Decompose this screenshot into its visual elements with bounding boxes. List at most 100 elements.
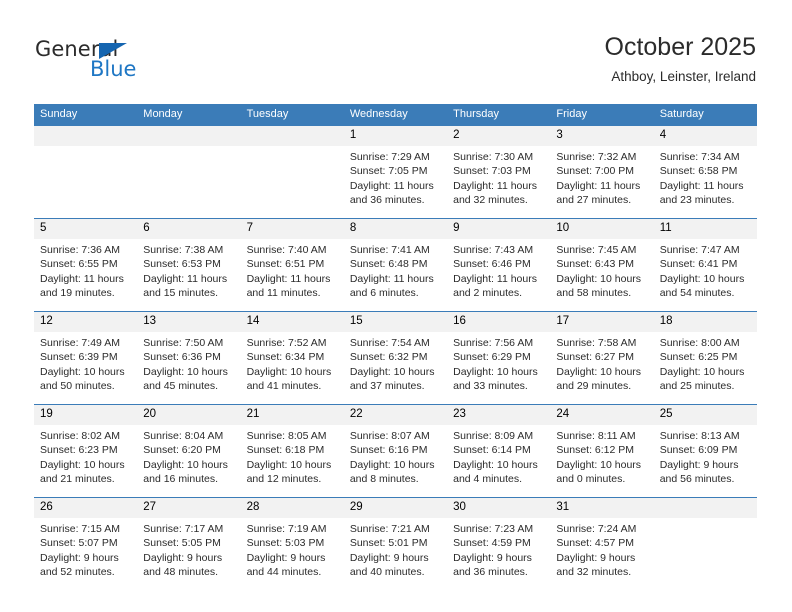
- day-details: Sunrise: 7:54 AM Sunset: 6:32 PM Daylight:…: [343, 332, 448, 404]
- sunset-text: Sunset: 4:59 PM: [453, 537, 531, 550]
- day-details: Sunrise: 8:07 AM Sunset: 6:16 PM Daylight:…: [343, 425, 448, 497]
- sunset-text: Sunset: 6:36 PM: [143, 351, 221, 364]
- day-number: 6: [137, 219, 241, 239]
- daylight-text: Daylight: 11 hours and 6 minutes.: [349, 272, 434, 300]
- calendar-day-cell[interactable]: 8 Sunrise: 7:41 AM Sunset: 6:48 PM Daylight…: [343, 218, 448, 312]
- day-number: 20: [137, 405, 241, 425]
- calendar-day-cell[interactable]: 24 Sunrise: 8:11 AM Sunset: 6:12 PM Dayligh…: [550, 404, 654, 498]
- calendar-header-row: Sunday Monday Tuesday Wednesday Thursday Frid…: [34, 104, 757, 126]
- daylight-text: Daylight: 11 hours and 32 minutes.: [453, 179, 537, 207]
- sunset-text: Sunset: 4:57 PM: [556, 537, 635, 550]
- day-number: 24: [550, 405, 654, 425]
- day-details: Sunrise: 7:24 AM Sunset: 4:57 PM Daylight:…: [550, 518, 654, 590]
- calendar-table: Sunday Monday Tuesday Wednesday Thursday Frid…: [34, 104, 757, 590]
- day-details: Sunrise: 8:09 AM Sunset: 6:14 PM Daylight:…: [447, 425, 551, 497]
- calendar-day-cell[interactable]: 14 Sunrise: 7:52 AM Sunset: 6:34 PM Dayligh…: [240, 311, 344, 405]
- calendar-week-row: 26 Sunrise: 7:15 AM Sunset: 5:07 PM Dayligh…: [34, 497, 757, 590]
- day-number: 29: [343, 498, 448, 518]
- calendar-day-cell[interactable]: 2 Sunrise: 7:30 AM Sunset: 7:03 PM Daylight…: [447, 126, 551, 219]
- daylight-text: Daylight: 10 hours and 58 minutes.: [556, 272, 642, 300]
- daylight-text: Daylight: 10 hours and 0 minutes.: [556, 458, 642, 486]
- calendar-day-cell[interactable]: 18 Sunrise: 8:00 AM Sunset: 6:25 PM Dayligh…: [653, 311, 757, 405]
- sunset-text: Sunset: 6:55 PM: [40, 258, 118, 271]
- sunset-text: Sunset: 6:43 PM: [556, 258, 635, 271]
- sunrise-text: Sunrise: 7:21 AM: [349, 523, 430, 535]
- daylight-text: Daylight: 11 hours and 36 minutes.: [349, 179, 434, 207]
- daylight-text: Daylight: 10 hours and 25 minutes.: [659, 365, 745, 393]
- daylight-text: Daylight: 10 hours and 33 minutes.: [453, 365, 538, 393]
- title-block: October 2025 Athboy, Leinster, Ireland: [605, 32, 757, 85]
- sunset-text: Sunset: 6:32 PM: [349, 351, 428, 364]
- daylight-text: Daylight: 9 hours and 32 minutes.: [556, 551, 636, 579]
- calendar-day-cell[interactable]: 17 Sunrise: 7:58 AM Sunset: 6:27 PM Dayligh…: [550, 311, 654, 405]
- weekday-header-monday: Monday: [137, 104, 241, 126]
- calendar-page: General Blue October 2025 Athboy, Leinst…: [0, 0, 792, 612]
- sunset-text: Sunset: 6:09 PM: [659, 444, 738, 457]
- day-number: [653, 498, 757, 518]
- calendar-day-cell[interactable]: 28 Sunrise: 7:19 AM Sunset: 5:03 PM Dayligh…: [240, 497, 344, 590]
- calendar-day-cell[interactable]: 21 Sunrise: 8:05 AM Sunset: 6:18 PM Dayligh…: [240, 404, 344, 498]
- sunrise-text: Sunrise: 8:09 AM: [453, 430, 534, 442]
- sunrise-text: Sunrise: 7:34 AM: [659, 151, 740, 163]
- calendar-day-cell[interactable]: 4 Sunrise: 7:34 AM Sunset: 6:58 PM Daylight…: [653, 126, 757, 219]
- day-number: 19: [34, 405, 138, 425]
- calendar-day-cell[interactable]: 7 Sunrise: 7:40 AM Sunset: 6:51 PM Daylight…: [240, 218, 344, 312]
- calendar-day-cell[interactable]: 20 Sunrise: 8:04 AM Sunset: 6:20 PM Dayligh…: [137, 404, 241, 498]
- calendar-day-cell[interactable]: 11 Sunrise: 7:47 AM Sunset: 6:41 PM Dayligh…: [653, 218, 757, 312]
- weekday-header-sunday: Sunday: [34, 104, 138, 126]
- day-details: Sunrise: 7:30 AM Sunset: 7:03 PM Daylight:…: [447, 146, 551, 218]
- calendar-day-cell[interactable]: 27 Sunrise: 7:17 AM Sunset: 5:05 PM Dayligh…: [137, 497, 241, 590]
- general-blue-logo[interactable]: General Blue: [35, 38, 235, 88]
- calendar-day-cell[interactable]: 23 Sunrise: 8:09 AM Sunset: 6:14 PM Dayligh…: [447, 404, 551, 498]
- daylight-text: Daylight: 10 hours and 21 minutes.: [40, 458, 125, 486]
- sunrise-text: Sunrise: 8:00 AM: [659, 337, 740, 349]
- calendar-day-cell[interactable]: 6 Sunrise: 7:38 AM Sunset: 6:53 PM Daylight…: [137, 218, 241, 312]
- sunrise-text: Sunrise: 7:29 AM: [349, 151, 430, 163]
- calendar-day-cell[interactable]: 12 Sunrise: 7:49 AM Sunset: 6:39 PM Dayligh…: [34, 311, 138, 405]
- daylight-text: Daylight: 11 hours and 11 minutes.: [246, 272, 331, 300]
- calendar-day-cell[interactable]: 10 Sunrise: 7:45 AM Sunset: 6:43 PM Dayligh…: [550, 218, 654, 312]
- day-details: Sunrise: 8:04 AM Sunset: 6:20 PM Daylight:…: [137, 425, 241, 497]
- sunrise-text: Sunrise: 7:54 AM: [349, 337, 430, 349]
- day-number: 15: [343, 312, 448, 332]
- daylight-text: Daylight: 10 hours and 50 minutes.: [40, 365, 125, 393]
- sunset-text: Sunset: 7:00 PM: [556, 165, 635, 178]
- calendar-day-cell[interactable]: 5 Sunrise: 7:36 AM Sunset: 6:55 PM Daylight…: [34, 218, 138, 312]
- sunrise-text: Sunrise: 7:17 AM: [143, 523, 224, 535]
- calendar-day-cell[interactable]: 30 Sunrise: 7:23 AM Sunset: 4:59 PM Dayligh…: [447, 497, 551, 590]
- calendar-day-cell[interactable]: 26 Sunrise: 7:15 AM Sunset: 5:07 PM Dayligh…: [34, 497, 138, 590]
- sunrise-text: Sunrise: 7:38 AM: [143, 244, 224, 256]
- calendar-day-cell[interactable]: 31 Sunrise: 7:24 AM Sunset: 4:57 PM Dayligh…: [550, 497, 654, 590]
- day-details: Sunrise: 7:49 AM Sunset: 6:39 PM Daylight:…: [34, 332, 138, 404]
- weekday-header-wednesday: Wednesday: [343, 104, 448, 126]
- calendar-day-cell[interactable]: 13 Sunrise: 7:50 AM Sunset: 6:36 PM Dayligh…: [137, 311, 241, 405]
- calendar-day-cell[interactable]: 29 Sunrise: 7:21 AM Sunset: 5:01 PM Dayligh…: [343, 497, 448, 590]
- sunrise-text: Sunrise: 7:32 AM: [556, 151, 637, 163]
- calendar-day-cell[interactable]: 9 Sunrise: 7:43 AM Sunset: 6:46 PM Daylight…: [447, 218, 551, 312]
- day-details: Sunrise: 7:43 AM Sunset: 6:46 PM Daylight:…: [447, 239, 551, 311]
- day-details: Sunrise: 7:47 AM Sunset: 6:41 PM Daylight:…: [653, 239, 757, 311]
- sunset-text: Sunset: 6:20 PM: [143, 444, 221, 457]
- calendar-day-cell[interactable]: 16 Sunrise: 7:56 AM Sunset: 6:29 PM Dayligh…: [447, 311, 551, 405]
- calendar-day-cell[interactable]: 3 Sunrise: 7:32 AM Sunset: 7:00 PM Daylight…: [550, 126, 654, 219]
- day-number: 3: [550, 126, 654, 146]
- calendar-week-row: 19 Sunrise: 8:02 AM Sunset: 6:23 PM Dayligh…: [34, 404, 757, 498]
- sunset-text: Sunset: 6:53 PM: [143, 258, 221, 271]
- calendar-day-cell[interactable]: 19 Sunrise: 8:02 AM Sunset: 6:23 PM Dayligh…: [34, 404, 138, 498]
- calendar-day-cell[interactable]: 25 Sunrise: 8:13 AM Sunset: 6:09 PM Dayligh…: [653, 404, 757, 498]
- day-details: Sunrise: 7:23 AM Sunset: 4:59 PM Daylight:…: [447, 518, 551, 590]
- sunrise-text: Sunrise: 8:04 AM: [143, 430, 224, 442]
- daylight-text: Daylight: 10 hours and 12 minutes.: [246, 458, 332, 486]
- page-subtitle: Athboy, Leinster, Ireland: [611, 69, 756, 84]
- sunrise-text: Sunrise: 8:13 AM: [659, 430, 740, 442]
- sunset-text: Sunset: 6:27 PM: [556, 351, 635, 364]
- calendar-day-cell[interactable]: 22 Sunrise: 8:07 AM Sunset: 6:16 PM Dayligh…: [343, 404, 448, 498]
- sunset-text: Sunset: 5:03 PM: [246, 537, 325, 550]
- calendar-day-cell[interactable]: 1 Sunrise: 7:29 AM Sunset: 7:05 PM Daylight…: [343, 126, 448, 219]
- sunrise-text: Sunrise: 7:47 AM: [659, 244, 740, 256]
- sunrise-text: Sunrise: 8:05 AM: [246, 430, 327, 442]
- calendar-day-cell[interactable]: 15 Sunrise: 7:54 AM Sunset: 6:32 PM Dayligh…: [343, 311, 448, 405]
- weekday-header-tuesday: Tuesday: [240, 104, 344, 126]
- sunset-text: Sunset: 6:48 PM: [349, 258, 428, 271]
- sunset-text: Sunset: 6:41 PM: [659, 258, 738, 271]
